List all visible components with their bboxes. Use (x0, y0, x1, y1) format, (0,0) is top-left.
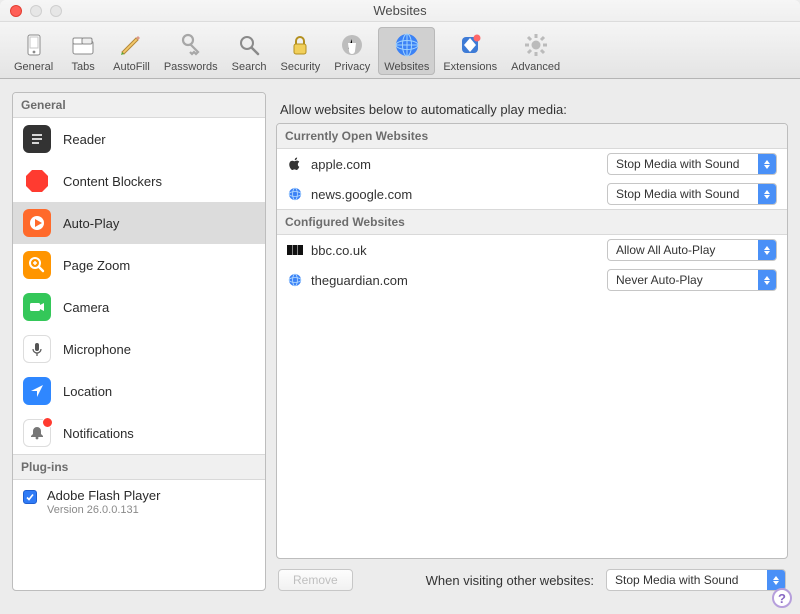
content-blockers-icon (23, 167, 51, 195)
tab-label: Security (280, 61, 320, 73)
privacy-icon (337, 30, 367, 60)
chevron-up-down-icon (758, 154, 776, 174)
search-icon (234, 30, 264, 60)
tab-label: Advanced (511, 61, 560, 73)
bbc-favicon-icon (287, 242, 303, 258)
policy-value: Stop Media with Sound (607, 573, 767, 587)
policy-value: Never Auto-Play (608, 273, 758, 287)
tab-label: Privacy (334, 61, 370, 73)
sidebar-item-page-zoom[interactable]: Page Zoom (13, 244, 265, 286)
main-heading: Allow websites below to automatically pl… (276, 92, 788, 123)
sidebar-item-label: Microphone (63, 342, 131, 357)
tab-security[interactable]: Security (274, 27, 326, 75)
tab-label: General (14, 61, 53, 73)
settings-sidebar: General Reader Content Blockers Auto-Pla… (12, 92, 266, 591)
tab-websites[interactable]: Websites (378, 27, 435, 75)
policy-popup[interactable]: Allow All Auto-Play (607, 239, 777, 261)
tab-label: Websites (384, 61, 429, 73)
policy-popup[interactable]: Stop Media with Sound (607, 153, 777, 175)
plugin-flash-checkbox[interactable] (23, 490, 37, 504)
window-title: Websites (0, 3, 800, 18)
policy-popup[interactable]: Stop Media with Sound (607, 183, 777, 205)
tab-general[interactable]: General (8, 27, 59, 75)
remove-button[interactable]: Remove (278, 569, 353, 591)
tab-label: Search (232, 61, 267, 73)
globe-favicon-icon (287, 272, 303, 288)
reader-icon (23, 125, 51, 153)
autofill-icon (116, 30, 146, 60)
notification-badge (42, 417, 53, 428)
policy-popup[interactable]: Never Auto-Play (607, 269, 777, 291)
tab-privacy[interactable]: Privacy (328, 27, 376, 75)
tab-autofill[interactable]: AutoFill (107, 27, 156, 75)
notifications-icon (23, 419, 51, 447)
policy-value: Stop Media with Sound (608, 157, 758, 171)
group-configured-websites: Configured Websites (277, 209, 787, 235)
site-domain: apple.com (311, 157, 599, 172)
location-icon (23, 377, 51, 405)
microphone-icon (23, 335, 51, 363)
site-row[interactable]: theguardian.com Never Auto-Play (277, 265, 787, 295)
sidebar-item-auto-play[interactable]: Auto-Play (13, 202, 265, 244)
apple-favicon-icon (287, 156, 303, 172)
preferences-toolbar: General Tabs AutoFill Passwords Search S… (0, 22, 800, 79)
plugin-flash-row[interactable]: Adobe Flash Player Version 26.0.0.131 (13, 480, 265, 524)
sidebar-item-label: Auto-Play (63, 216, 119, 231)
chevron-up-down-icon (758, 184, 776, 204)
passwords-icon (176, 30, 206, 60)
plugin-name: Adobe Flash Player (47, 488, 160, 503)
tab-label: Extensions (443, 61, 497, 73)
sidebar-item-camera[interactable]: Camera (13, 286, 265, 328)
sidebar-item-reader[interactable]: Reader (13, 118, 265, 160)
site-row[interactable]: news.google.com Stop Media with Sound (277, 179, 787, 209)
sidebar-item-location[interactable]: Location (13, 370, 265, 412)
tab-extensions[interactable]: Extensions (437, 27, 503, 75)
sidebar-item-label: Page Zoom (63, 258, 130, 273)
default-policy-label: When visiting other websites: (426, 573, 594, 588)
tab-search[interactable]: Search (226, 27, 273, 75)
site-row[interactable]: bbc.co.uk Allow All Auto-Play (277, 235, 787, 265)
page-zoom-icon (23, 251, 51, 279)
tab-tabs[interactable]: Tabs (61, 27, 105, 75)
sidebar-item-label: Location (63, 384, 112, 399)
chevron-up-down-icon (758, 270, 776, 290)
sidebar-item-microphone[interactable]: Microphone (13, 328, 265, 370)
plugin-version: Version 26.0.0.131 (47, 504, 160, 516)
tab-label: Tabs (72, 61, 95, 73)
sidebar-section-plugins: Plug-ins (13, 454, 265, 480)
site-domain: theguardian.com (311, 273, 599, 288)
tab-label: AutoFill (113, 61, 150, 73)
tab-label: Passwords (164, 61, 218, 73)
sidebar-section-general: General (13, 93, 265, 118)
site-row[interactable]: apple.com Stop Media with Sound (277, 149, 787, 179)
sidebar-item-content-blockers[interactable]: Content Blockers (13, 160, 265, 202)
site-domain: bbc.co.uk (311, 243, 599, 258)
tab-passwords[interactable]: Passwords (158, 27, 224, 75)
sidebar-item-label: Reader (63, 132, 106, 147)
sidebar-item-label: Camera (63, 300, 109, 315)
extensions-icon (455, 30, 485, 60)
policy-value: Stop Media with Sound (608, 187, 758, 201)
security-icon (285, 30, 315, 60)
group-open-websites: Currently Open Websites (277, 124, 787, 149)
globe-favicon-icon (287, 186, 303, 202)
websites-icon (392, 30, 422, 60)
tab-advanced[interactable]: Advanced (505, 27, 566, 75)
auto-play-icon (23, 209, 51, 237)
advanced-icon (521, 30, 551, 60)
tabs-icon (68, 30, 98, 60)
site-domain: news.google.com (311, 187, 599, 202)
sidebar-item-label: Notifications (63, 426, 134, 441)
sidebar-item-label: Content Blockers (63, 174, 162, 189)
chevron-up-down-icon (758, 240, 776, 260)
help-button[interactable]: ? (772, 588, 792, 608)
sidebar-item-notifications[interactable]: Notifications (13, 412, 265, 454)
default-policy-popup[interactable]: Stop Media with Sound (606, 569, 786, 591)
general-icon (19, 30, 49, 60)
policy-value: Allow All Auto-Play (608, 243, 758, 257)
camera-icon (23, 293, 51, 321)
chevron-up-down-icon (767, 570, 785, 590)
websites-list: Currently Open Websites apple.com Stop M… (276, 123, 788, 559)
